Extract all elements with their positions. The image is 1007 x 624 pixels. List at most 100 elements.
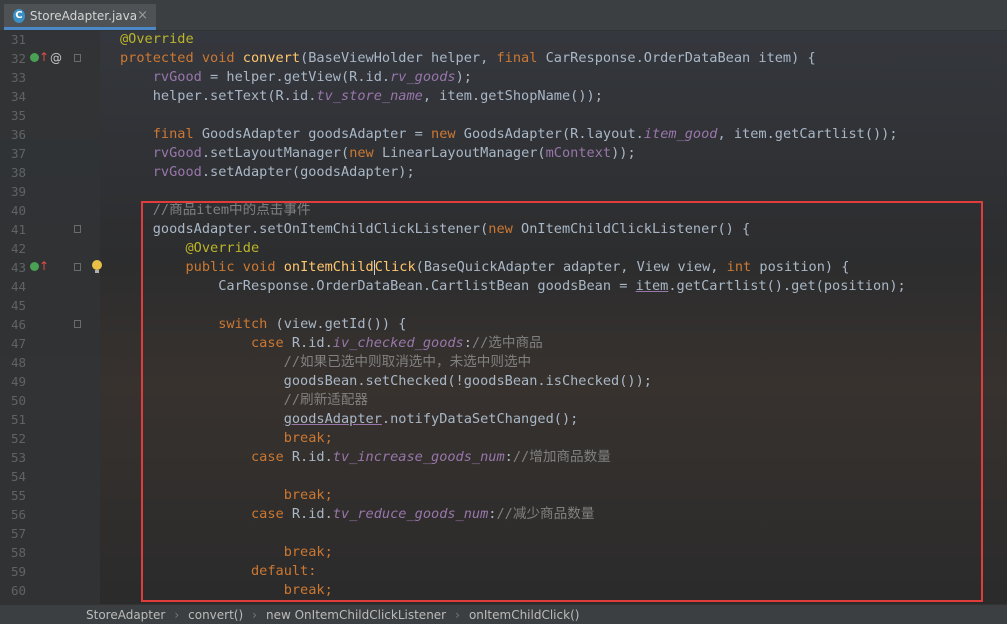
code-line[interactable]: 56 case R.id.tv_reduce_goods_num://减少商品数… (0, 505, 1007, 524)
code-line[interactable]: 36 final GoodsAdapter goodsAdapter = new… (0, 125, 1007, 144)
code-text[interactable]: case R.id.tv_reduce_goods_num://减少商品数量 (120, 505, 594, 524)
code-text[interactable]: //刷新适配器 (120, 391, 368, 410)
code-text[interactable]: switch (view.getId()) { (120, 315, 406, 334)
gutter-markers (30, 505, 100, 524)
code-line[interactable]: 41 goodsAdapter.setOnItemChildClickListe… (0, 220, 1007, 239)
code-token: public void (185, 259, 284, 275)
code-text[interactable]: @Override (120, 30, 194, 49)
code-line[interactable]: 43 ↑ public void onItemChildClick(BaseQui… (0, 258, 1007, 277)
code-line[interactable]: 55 break; (0, 486, 1007, 505)
code-line[interactable]: 50 //刷新适配器 (0, 391, 1007, 410)
code-text[interactable]: rvGood.setAdapter(goodsAdapter); (120, 163, 415, 182)
code-editor[interactable]: 31 @Override 32 ↑ @ protected void convert(Ba… (0, 30, 1007, 600)
code-token: new (349, 145, 382, 161)
code-line[interactable]: 49 goodsBean.setChecked(!goodsBean.isChe… (0, 372, 1007, 391)
code-token: //刷新适配器 (120, 392, 369, 408)
line-number: 55 (10, 488, 26, 503)
line-number: 49 (10, 374, 26, 389)
code-token: //选中商品 (471, 335, 543, 351)
code-token: R.id. (291, 449, 333, 465)
code-text[interactable]: goodsAdapter.notifyDataSetChanged(); (120, 410, 579, 429)
code-line[interactable]: 47 case R.id.iv_checked_goods://选中商品 (0, 334, 1007, 353)
code-line[interactable]: 54 (0, 467, 1007, 486)
fold-icon[interactable] (74, 263, 81, 271)
code-token: @Override (185, 240, 260, 256)
code-line[interactable]: 37 rvGood.setLayoutManager(new LinearLay… (0, 144, 1007, 163)
code-token: .setLayoutManager( (201, 145, 350, 161)
code-text[interactable]: rvGood = helper.getView(R.id.rv_goods); (120, 68, 472, 87)
code-line[interactable]: 45 (0, 296, 1007, 315)
code-line[interactable]: 34 helper.setText(R.id.tv_store_name, it… (0, 87, 1007, 106)
fold-icon[interactable] (74, 54, 81, 62)
breadcrumb-item[interactable]: new OnItemChildClickListener (266, 608, 446, 622)
code-text[interactable]: rvGood.setLayoutManager(new LinearLayout… (120, 144, 636, 163)
code-token: R.id. (291, 506, 333, 522)
code-text[interactable]: break; (120, 543, 333, 562)
line-number: 32 (10, 51, 26, 66)
code-line[interactable]: 35 (0, 106, 1007, 125)
code-text[interactable]: case R.id.iv_checked_goods://选中商品 (120, 334, 543, 353)
file-tab-storeadapter[interactable]: C StoreAdapter.java × (4, 4, 156, 30)
code-token: rv_goods (390, 69, 456, 85)
line-number: 31 (10, 32, 26, 47)
override-arrow-icon[interactable]: ↑ (39, 48, 49, 67)
code-line[interactable]: 46 switch (view.getId()) { (0, 315, 1007, 334)
breadcrumb-item[interactable]: convert() (188, 608, 243, 622)
code-line[interactable]: 60 break; (0, 581, 1007, 600)
code-line[interactable]: 59 default: (0, 562, 1007, 581)
code-text[interactable]: goodsAdapter.setOnItemChildClickListener… (120, 220, 750, 239)
code-token: break; (283, 430, 333, 446)
code-text[interactable]: case R.id.tv_increase_goods_num://增加商品数量 (120, 448, 611, 467)
code-text[interactable]: //商品item中的点击事件 (120, 201, 311, 220)
code-text[interactable]: CarResponse.OrderDataBean.CartlistBean g… (120, 277, 906, 296)
gutter-markers (30, 163, 100, 182)
close-icon[interactable]: × (137, 8, 148, 23)
code-line[interactable]: 40 //商品item中的点击事件 (0, 201, 1007, 220)
code-token: ); (455, 69, 472, 85)
code-token: , item.getCartlist()); (717, 126, 898, 142)
code-line[interactable]: 58 break; (0, 543, 1007, 562)
code-line[interactable]: 53 case R.id.tv_increase_goods_num://增加商… (0, 448, 1007, 467)
override-arrow-icon[interactable]: ↑ (39, 257, 49, 276)
code-line[interactable]: 57 (0, 524, 1007, 543)
code-text[interactable]: protected void convert(BaseViewHolder he… (120, 49, 816, 68)
code-text[interactable]: break; (120, 486, 333, 505)
code-text[interactable]: default: (120, 562, 316, 581)
fold-icon[interactable] (74, 320, 81, 328)
code-text[interactable]: public void onItemChildClick(BaseQuickAd… (120, 258, 849, 277)
code-line[interactable]: 39 (0, 182, 1007, 201)
code-line[interactable]: 33 rvGood = helper.getView(R.id.rv_goods… (0, 68, 1007, 87)
code-line[interactable]: 48 //如果已选中则取消选中，未选中则选中 (0, 353, 1007, 372)
code-token: OnItemChildClickListener() { (521, 221, 751, 237)
code-text[interactable]: //如果已选中则取消选中，未选中则选中 (120, 353, 531, 372)
code-line[interactable]: 52 break; (0, 429, 1007, 448)
code-line[interactable]: 31 @Override (0, 30, 1007, 49)
code-text[interactable]: break; (120, 581, 333, 600)
code-token: item (635, 278, 669, 294)
code-token: iv_checked_goods (332, 335, 464, 351)
code-token: tv_increase_goods_num (332, 449, 505, 465)
code-line[interactable]: 32 ↑ @ protected void convert(BaseViewHolde… (0, 49, 1007, 68)
code-text[interactable]: final GoodsAdapter goodsAdapter = new Go… (120, 125, 898, 144)
code-token: goodsAdapter (283, 411, 382, 427)
code-text[interactable]: goodsBean.setChecked(!goodsBean.isChecke… (120, 372, 652, 391)
code-token: break; (283, 487, 333, 503)
fold-icon[interactable] (74, 225, 81, 233)
code-line[interactable]: 51 goodsAdapter.notifyDataSetChanged(); (0, 410, 1007, 429)
code-line[interactable]: 44 CarResponse.OrderDataBean.CartlistBea… (0, 277, 1007, 296)
code-token: case (250, 506, 292, 522)
code-line[interactable]: 42 @Override (0, 239, 1007, 258)
code-text[interactable]: @Override (120, 239, 259, 258)
code-token: helper.setText(R.id. (120, 88, 317, 104)
code-token: tv_reduce_goods_num (332, 506, 489, 522)
breadcrumb-item[interactable]: onItemChildClick() (469, 608, 580, 622)
breadcrumb-item[interactable]: StoreAdapter (86, 608, 165, 622)
lightbulb-icon[interactable] (92, 260, 102, 273)
code-text[interactable]: break; (120, 429, 333, 448)
code-text[interactable]: helper.setText(R.id.tv_store_name, item.… (120, 87, 603, 106)
code-line[interactable]: 38 rvGood.setAdapter(goodsAdapter); (0, 163, 1007, 182)
line-number: 51 (10, 412, 26, 427)
